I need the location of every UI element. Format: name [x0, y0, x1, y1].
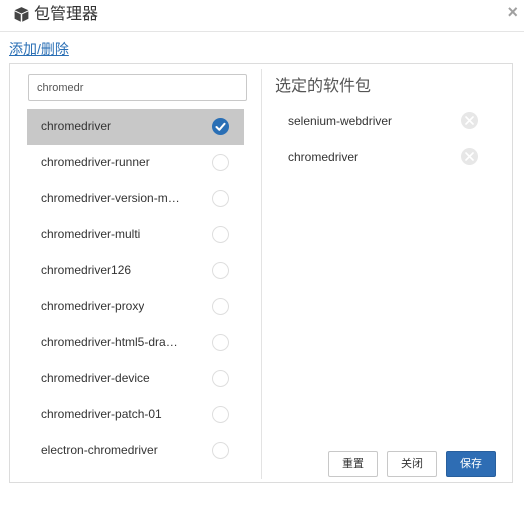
radio-circle-icon[interactable] [212, 334, 229, 351]
result-item[interactable]: electron-chromedriver [27, 433, 244, 469]
remove-icon[interactable] [461, 148, 478, 165]
dialog-titlebar: 包管理器 × [0, 0, 524, 32]
result-item[interactable]: chromedriver-proxy [27, 289, 244, 325]
reset-button[interactable]: 重置 [328, 451, 378, 477]
radio-circle-icon[interactable] [212, 370, 229, 387]
result-item-label: chromedriver-patch-01 [41, 407, 162, 421]
checkmark-icon[interactable] [212, 118, 229, 135]
selected-package-item: selenium-webdriver [276, 109, 498, 145]
add-remove-link[interactable]: 添加/删除 [9, 40, 69, 58]
close-icon[interactable]: × [507, 2, 518, 22]
result-item-label: electron-chromedriver [41, 443, 158, 457]
result-item-label: chromedriver-html5-dra… [41, 335, 178, 349]
result-item[interactable]: chromedriver126 [27, 253, 244, 289]
radio-circle-icon[interactable] [212, 262, 229, 279]
selected-packages-title: 选定的软件包 [275, 78, 372, 95]
package-icon [13, 6, 30, 23]
panel-divider [261, 69, 262, 479]
selected-packages-list: selenium-webdriver chromedriver [276, 109, 498, 181]
result-item-label: chromedriver-device [41, 371, 150, 385]
selected-package-label: chromedriver [288, 150, 359, 164]
result-item[interactable]: chromedriver-multi [27, 217, 244, 253]
dialog-title: 包管理器 [34, 6, 99, 23]
search-input[interactable] [28, 74, 247, 101]
result-item-label: chromedriver-version-m… [41, 191, 180, 205]
result-item-label: chromedriver-runner [41, 155, 150, 169]
radio-circle-icon[interactable] [212, 298, 229, 315]
result-item[interactable]: chromedriver-version-m… [27, 181, 244, 217]
result-item[interactable]: chromedriver-patch-01 [27, 397, 244, 433]
close-button[interactable]: 关闭 [387, 451, 437, 477]
result-item[interactable]: chromedriver-device [27, 361, 244, 397]
radio-circle-icon[interactable] [212, 154, 229, 171]
result-item[interactable]: chromedriver [27, 109, 244, 145]
remove-icon[interactable] [461, 112, 478, 129]
save-button[interactable]: 保存 [446, 451, 496, 477]
search-results-list: chromedriver chromedriver-runner chromedri… [27, 109, 244, 469]
result-item[interactable]: chromedriver-html5-dra… [27, 325, 244, 361]
result-item-label: chromedriver [41, 119, 112, 133]
result-item[interactable]: chromedriver-runner [27, 145, 244, 181]
radio-circle-icon[interactable] [212, 442, 229, 459]
selected-package-item: chromedriver [276, 145, 498, 181]
radio-circle-icon[interactable] [212, 406, 229, 423]
result-item-label: chromedriver-multi [41, 227, 141, 241]
selected-package-label: selenium-webdriver [288, 114, 393, 128]
result-item-label: chromedriver-proxy [41, 299, 145, 313]
radio-circle-icon[interactable] [212, 226, 229, 243]
radio-circle-icon[interactable] [212, 190, 229, 207]
result-item-label: chromedriver126 [41, 263, 132, 277]
